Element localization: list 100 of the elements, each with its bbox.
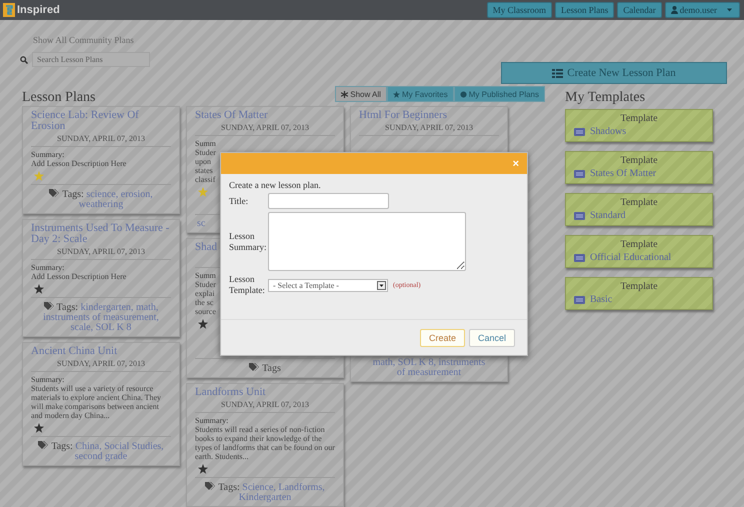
brand-name[interactable]: Inspired — [17, 4, 60, 16]
star-icon[interactable] — [34, 423, 44, 433]
template-select[interactable]: - Select a Template - — [268, 278, 388, 292]
summary-text: Studer — [195, 280, 216, 289]
cancel-button[interactable]: Cancel — [468, 328, 515, 346]
summary-text: Students will read a series of non-fiction books to expand their knowledge of the types of landforms that can be found on our earth. Students... — [195, 425, 335, 461]
tag-link[interactable]: Kindergarten — [238, 492, 292, 503]
star-icon[interactable] — [198, 464, 208, 474]
tag-link[interactable]: Science, — [242, 482, 276, 493]
summary-text: classif — [195, 175, 216, 184]
summary-text: states — [195, 166, 213, 175]
summary-text: Add Lesson Description Here — [31, 159, 126, 168]
asterisk-icon — [341, 90, 348, 98]
section-heading: Lesson Plans — [22, 90, 96, 106]
field-label: Lesson Summary: — [229, 230, 268, 252]
summary-text: explai — [195, 289, 215, 298]
tag-link[interactable]: kindergarten, — [80, 302, 134, 313]
template-name: Standard — [590, 210, 626, 221]
caret-icon — [725, 7, 734, 13]
summary-label: Summ — [195, 271, 216, 280]
nav-link[interactable]: My Classroom — [486, 2, 552, 18]
star-icon[interactable] — [34, 171, 44, 181]
template-name: Official Educational — [590, 252, 672, 263]
summary-label: Summary: — [195, 416, 228, 425]
section-heading: My Templates — [565, 90, 646, 106]
search-field[interactable]: Search Lesson Plans — [32, 52, 150, 67]
nav-link[interactable]: Calendar — [617, 2, 662, 18]
summary-field[interactable] — [268, 212, 466, 271]
user-menu-button[interactable]: demo.user — [664, 2, 740, 18]
tags-icon — [44, 302, 54, 310]
lesson-title[interactable]: Landforms Unit — [195, 387, 335, 398]
summary-label: Summ — [195, 139, 216, 148]
tag-link[interactable]: SOL K 8, — [398, 357, 436, 368]
template-card[interactable]: Template States Of Matter — [565, 151, 713, 184]
template-name: Basic — [590, 294, 612, 305]
star-icon[interactable] — [198, 319, 208, 329]
tags-label: Tags: — [56, 302, 78, 313]
globe-icon — [460, 90, 467, 98]
lesson-date: SUNDAY, APRIL 07, 2013 — [195, 398, 335, 413]
tag-link[interactable]: Social Studies, — [104, 441, 164, 452]
window-icon — [574, 212, 585, 220]
template-card[interactable]: Template Official Educational — [565, 235, 713, 268]
window-icon — [574, 170, 585, 178]
tag-link[interactable]: science, — [86, 189, 118, 200]
nav-link[interactable]: Lesson Plans — [555, 2, 614, 18]
user-icon — [670, 6, 678, 14]
tags-label: Tags: — [62, 189, 84, 200]
lesson-title[interactable]: Instruments Used To Measure - Day 2: Scale — [31, 223, 171, 245]
summary-text: the sc — [195, 298, 214, 307]
filter-button[interactable]: My Published Plans — [454, 86, 545, 102]
template-card[interactable]: Template Shadows — [565, 109, 713, 142]
dialog-intro: Create a new lesson plan. — [229, 180, 322, 190]
filter-button[interactable]: Show All — [335, 86, 387, 102]
star-icon — [392, 90, 400, 98]
tag-link[interactable]: China, — [75, 441, 102, 452]
tag-link[interactable]: instruments — [438, 357, 486, 368]
lesson-title[interactable]: States Of Matter — [195, 110, 335, 121]
window-icon — [574, 296, 585, 304]
tag-link[interactable]: scale, — [70, 322, 94, 333]
tag-link[interactable]: weathering — [78, 199, 124, 210]
tags-label: Tags: — [218, 482, 240, 493]
title-field[interactable] — [268, 193, 389, 209]
tag-link[interactable]: sc — [197, 218, 206, 229]
tag-link[interactable]: Landforms, — [278, 482, 325, 493]
lesson-date: SUNDAY, APRIL 07, 2013 — [31, 132, 171, 147]
lesson-date: SUNDAY, APRIL 07, 2013 — [359, 121, 499, 136]
tag-link[interactable]: erosion, — [120, 189, 153, 200]
create-button[interactable]: Create — [420, 328, 465, 346]
template-card[interactable]: Template Standard — [565, 193, 713, 226]
template-label: Template — [619, 281, 659, 292]
close-button[interactable]: × — [510, 158, 521, 170]
template-name: Shadows — [590, 126, 626, 137]
summary-label: Summary: — [31, 375, 64, 384]
tags-icon — [38, 441, 48, 449]
template-label: Template — [619, 113, 659, 124]
tag-link[interactable]: second grade — [74, 451, 128, 462]
template-label: Template — [619, 155, 659, 166]
template-name: States Of Matter — [590, 168, 656, 179]
create-lesson-plan-button[interactable]: Create New Lesson Plan — [501, 62, 727, 84]
star-icon[interactable] — [34, 284, 44, 294]
community-toggle[interactable]: Show All Community Plans — [33, 35, 134, 45]
table-icon — [552, 68, 564, 78]
tag-link[interactable]: math, — [136, 302, 158, 313]
field-label: Title: — [229, 196, 250, 206]
template-card[interactable]: Template Basic — [565, 277, 713, 310]
tag-link[interactable]: SOL K 8 — [96, 322, 132, 333]
dropdown-icon — [377, 280, 386, 290]
summary-text: source — [195, 307, 216, 316]
tags-icon — [49, 189, 60, 197]
tag-link[interactable]: math, — [372, 357, 396, 368]
summary-text: Students will use a variety of resource materials to explore ancient China. They will make comparisons between ancient and modern day China... — [31, 384, 162, 420]
summary-label: Summary: — [31, 150, 64, 159]
lesson-title[interactable]: Science Lab: Review Of Erosion — [31, 110, 171, 132]
lesson-title[interactable]: Ancient China Unit — [31, 346, 171, 357]
star-icon[interactable] — [198, 187, 208, 197]
tags-icon — [249, 363, 260, 371]
lesson-title[interactable]: Html For Beginners — [359, 110, 499, 121]
tag-link[interactable]: of measurement — [396, 367, 462, 378]
tag-link[interactable]: instruments of measurement, — [43, 312, 159, 323]
filter-button[interactable]: My Favorites — [386, 86, 454, 102]
